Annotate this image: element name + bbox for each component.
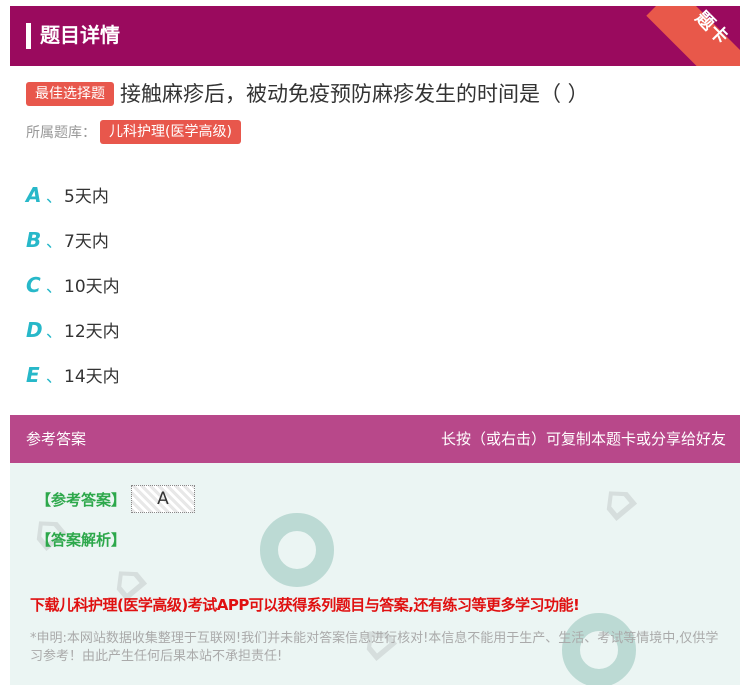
option-separator: 、: [46, 186, 63, 206]
question-type-tag: 最佳选择题: [26, 82, 114, 106]
watermark-swirl-icon: [260, 513, 334, 587]
answer-value: A: [131, 485, 195, 513]
option-letter: D: [26, 317, 43, 342]
option-d[interactable]: D 、 12天内: [26, 307, 526, 352]
option-letter: B: [26, 227, 42, 252]
page-title: 题目详情: [40, 23, 120, 47]
option-c[interactable]: C 、 10天内: [26, 262, 526, 307]
page-header: 题目详情: [10, 6, 740, 66]
option-text: 14天内: [64, 367, 120, 387]
app-promo-link[interactable]: 下载儿科护理(医学高级)考试APP可以获得系列题目与答案,还有练习等更多学习功能…: [30, 594, 580, 615]
watermark-logo: ⌂: [586, 468, 647, 532]
header-accent-bar: [26, 23, 31, 49]
share-hint[interactable]: 长按（或右击）可复制本题卡或分享给好友: [441, 428, 726, 449]
bank-tag[interactable]: 儿科护理(医学高级): [100, 120, 241, 144]
option-b[interactable]: B 、 7天内: [26, 217, 526, 262]
disclaimer-text: *申明:本网站数据收集整理于互联网!我们并未能对答案信息进行核对!本信息不能用于…: [30, 631, 719, 664]
answer-section-body: ⌂ ⌂ ⌂ ⌂ 【参考答案】 A 【答案解析】 下载儿科护理(医学高级)考试AP…: [10, 463, 740, 685]
option-text: 5天内: [64, 187, 109, 207]
option-text: 12天内: [64, 322, 120, 342]
answer-label: 【参考答案】: [36, 491, 127, 509]
option-letter: E: [26, 362, 40, 387]
question-text: 接触麻疹后，被动免疫预防麻疹发生的时间是（ ）: [120, 82, 589, 106]
option-a[interactable]: A 、 5天内: [26, 172, 526, 217]
question-row: 最佳选择题 接触麻疹后，被动免疫预防麻疹发生的时间是（ ）: [26, 80, 726, 112]
question-bank-row: 所属题库： 儿科护理(医学高级): [26, 120, 241, 146]
bank-label: 所属题库：: [26, 125, 96, 141]
explanation-label: 【答案解析】: [36, 531, 127, 549]
answer-section-title: 参考答案: [26, 430, 87, 448]
option-separator: 、: [46, 366, 63, 386]
option-text: 7天内: [64, 232, 109, 252]
option-letter: A: [26, 182, 42, 207]
option-separator: 、: [46, 321, 63, 341]
answer-section-header: 参考答案 长按（或右击）可复制本题卡或分享给好友: [10, 415, 740, 463]
option-separator: 、: [46, 231, 63, 251]
option-text: 10天内: [64, 277, 120, 297]
option-separator: 、: [46, 276, 63, 296]
option-letter: C: [26, 272, 41, 297]
options-list: A 、 5天内 B 、 7天内 C 、 10天内 D 、 12天内 E 、 14…: [26, 172, 526, 397]
option-e[interactable]: E 、 14天内: [26, 352, 526, 397]
